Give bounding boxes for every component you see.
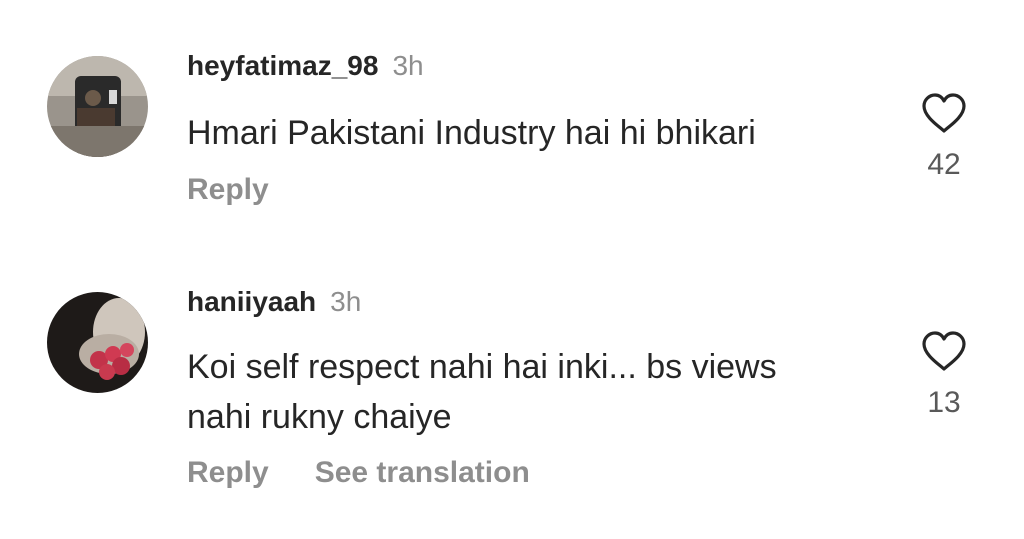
comment-text: Hmari Pakistani Industry hai hi bhikari (187, 114, 756, 152)
comment-item: heyfatimaz_98 3h Hmari Pakistani Industry… (0, 0, 1024, 260)
see-translation-button[interactable]: See translation (315, 456, 530, 489)
like-count: 13 (927, 386, 961, 419)
comment-item: haniiyaah 3h Koi self respect nahi hai in… (0, 260, 1024, 539)
like-control: 42 (917, 92, 971, 182)
reply-button[interactable]: Reply (187, 173, 269, 206)
like-control: 13 (917, 330, 971, 420)
comment-actions: Reply See translation (187, 456, 530, 490)
like-count: 42 (927, 148, 961, 181)
avatar[interactable] (47, 56, 148, 157)
timestamp: 3h (330, 286, 362, 317)
username[interactable]: haniiyaah (187, 286, 316, 317)
heart-outline-icon[interactable] (920, 330, 968, 372)
comment-actions: Reply (187, 173, 269, 207)
reply-button[interactable]: Reply (187, 456, 269, 489)
avatar[interactable] (47, 292, 148, 393)
comment-text: Koi self respect nahi hai inki... bs vie… (187, 348, 777, 436)
comment-header: haniiyaah 3h (187, 286, 361, 318)
timestamp: 3h (392, 50, 424, 81)
comment-header: heyfatimaz_98 3h (187, 50, 424, 82)
heart-outline-icon[interactable] (920, 92, 968, 134)
username[interactable]: heyfatimaz_98 (187, 50, 378, 81)
